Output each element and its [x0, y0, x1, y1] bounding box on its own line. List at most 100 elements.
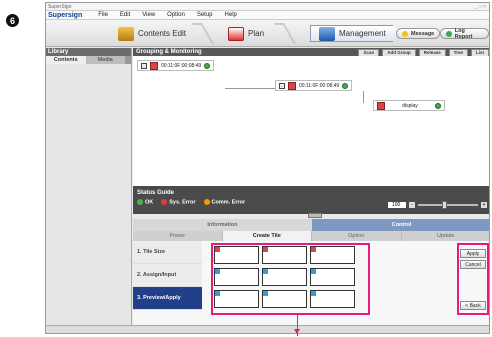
device-icon [150, 61, 158, 70]
tile-marker-icon [215, 269, 220, 274]
menu-bar: Supersign File Edit View Option Setup He… [46, 11, 489, 20]
tile-cell[interactable] [214, 246, 259, 264]
menu-file[interactable]: File [98, 12, 108, 18]
menu-setup[interactable]: Setup [197, 12, 213, 18]
tab-contents[interactable]: Contents [46, 56, 86, 64]
warning-dot-icon [203, 199, 210, 205]
message-button[interactable]: Message [396, 28, 441, 39]
tile-marker-icon [311, 247, 316, 252]
menu-view[interactable]: View [142, 12, 155, 18]
splitter-handle[interactable] [308, 213, 322, 218]
tree-connector [225, 88, 275, 89]
window-title: SuperSign [48, 4, 72, 10]
menu-edit[interactable]: Edit [120, 12, 130, 18]
status-ok: OK [137, 199, 153, 205]
tile-marker-icon [311, 291, 316, 296]
tile-cell[interactable] [214, 290, 259, 308]
tab-control[interactable]: Control [312, 219, 489, 231]
display-icon [377, 101, 385, 110]
step-number-badge: 6 [6, 14, 19, 27]
tile-cell[interactable] [262, 290, 307, 308]
tab-management[interactable]: Management [310, 25, 400, 42]
status-guide-title: Status Guide [137, 190, 175, 196]
tile-marker-icon [263, 291, 268, 296]
tree-node-device[interactable]: - 00:11:0F:00:08:49 [275, 80, 353, 91]
tile-cell[interactable] [310, 246, 355, 264]
back-button[interactable]: < Back [460, 301, 486, 310]
window-controls[interactable]: _ □ × [475, 3, 487, 11]
node-label: display [402, 102, 418, 109]
tile-marker-icon [263, 269, 268, 274]
grouping-monitoring-area: Grouping & Monitoring Scan Add Group Rel… [133, 48, 489, 333]
tile-cell[interactable] [262, 268, 307, 286]
collapse-icon[interactable] [125, 56, 131, 64]
tab-management-label: Management [339, 29, 386, 38]
step-preview-apply[interactable]: 3. Preview/Apply [133, 287, 202, 310]
zoom-value[interactable]: 100 [388, 202, 406, 208]
zoom-slider[interactable] [418, 201, 478, 209]
tile-marker-icon [263, 247, 268, 252]
menu-help[interactable]: Help [225, 12, 237, 18]
info-control-tabs: Information Control [133, 219, 489, 231]
status-ok-icon [204, 62, 211, 69]
zoom-in-icon[interactable]: + [481, 202, 487, 208]
tile-cell[interactable] [214, 268, 259, 286]
log-report-button-label: Log Report [454, 27, 473, 40]
collapse-toggle-icon[interactable]: - [279, 82, 285, 89]
status-comm-error-label: Comm. Error [211, 199, 246, 206]
library-panel: Library Contents Media [46, 48, 132, 333]
tab-contents-edit[interactable]: Contents Edit [118, 25, 186, 42]
device-tree-canvas[interactable]: - 00:11:0F:00:08:49 - 00:11:0F:00:08:49 … [133, 56, 489, 186]
message-button-label: Message [411, 30, 435, 37]
step-assign-input[interactable]: 2. Assign/Input [133, 264, 202, 287]
status-guide: Status Guide OK Sys. Error Comm. Error 1… [133, 186, 489, 214]
contents-edit-icon [118, 26, 134, 41]
grouping-header: Grouping & Monitoring Scan Add Group Rel… [133, 48, 489, 57]
chevron-right-icon [273, 23, 297, 44]
tab-option[interactable]: Option [312, 231, 402, 241]
ok-dot-icon [137, 199, 143, 205]
tile-cell[interactable] [262, 246, 307, 264]
tab-media[interactable]: Media [85, 56, 125, 64]
monitor-icon [319, 26, 335, 41]
menu-option[interactable]: Option [167, 12, 185, 18]
main-toolbar: Contents Edit Plan Management Message Lo… [46, 20, 489, 47]
status-ok-label: OK [145, 199, 154, 206]
zoom-out-icon[interactable]: - [409, 202, 415, 208]
status-ok-icon [342, 82, 349, 89]
app-brand: Supersign [48, 11, 83, 19]
tile-cell[interactable] [310, 290, 355, 308]
apply-button[interactable]: Apply [460, 249, 486, 258]
cancel-button[interactable]: Cancel [460, 260, 486, 269]
tile-marker-icon [311, 269, 316, 274]
tab-information[interactable]: Information [133, 219, 312, 231]
tree-connector [363, 91, 364, 103]
zoom-slider-handle[interactable] [442, 201, 447, 209]
tile-cell[interactable] [310, 268, 355, 286]
zoom-control: 100 - + [388, 201, 487, 209]
tab-plan[interactable]: Plan [228, 25, 264, 42]
callout-arrow-icon [294, 315, 300, 336]
status-comm-error: Comm. Error [203, 199, 246, 206]
calendar-icon [228, 26, 244, 41]
tree-node-group[interactable]: - 00:11:0F:00:08:49 [137, 60, 215, 71]
tile-marker-icon [215, 247, 220, 252]
tree-node-display[interactable]: display [373, 100, 445, 111]
status-ok-icon [435, 102, 441, 109]
footer-bar [46, 325, 489, 333]
tab-create-tile[interactable]: Create Tile [222, 231, 312, 241]
step-tile-size[interactable]: 1. Tile Size [133, 241, 202, 264]
device-icon [288, 81, 296, 90]
status-sys-error-label: Sys. Error [169, 199, 196, 206]
collapse-toggle-icon[interactable]: - [141, 62, 147, 69]
tab-power[interactable]: Power [133, 231, 223, 241]
node-label: 00:11:0F:00:08:49 [161, 62, 202, 69]
wizard-steps: 1. Tile Size 2. Assign/Input 3. Preview/… [133, 241, 202, 310]
log-report-button[interactable]: Log Report [440, 27, 489, 40]
message-icon [402, 30, 408, 37]
control-sub-tabs: Power Create Tile Option Update [133, 231, 489, 241]
app-window: SuperSign _ □ × Supersign File Edit View… [45, 2, 490, 334]
chevron-right-icon [191, 23, 215, 44]
node-label: 00:11:0F:00:08:49 [299, 82, 340, 89]
tab-update[interactable]: Update [401, 231, 489, 241]
